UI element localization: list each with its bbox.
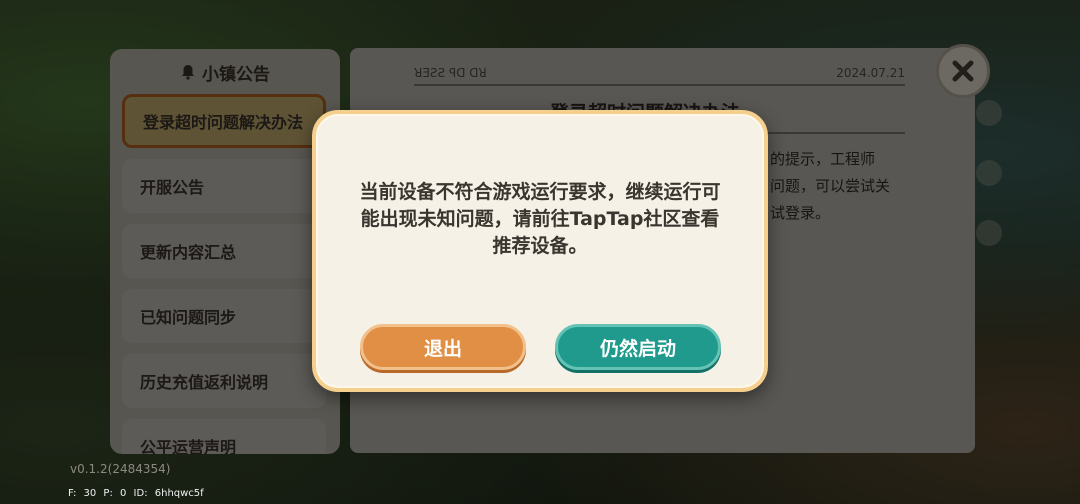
version-label: v0.1.2(2484354) — [70, 462, 171, 476]
launch-anyway-button-label: 仍然启动 — [599, 337, 676, 360]
launch-anyway-button[interactable]: 仍然启动 — [555, 324, 721, 370]
dialog-message: 当前设备不符合游戏运行要求，继续运行可能出现未知问题，请前往TapTap社区查看… — [359, 181, 721, 257]
debug-stats: F: 30 P: 0 ID: 6hhqwc5f — [68, 488, 204, 499]
exit-button-label: 退出 — [423, 337, 462, 360]
exit-button[interactable]: 退出 — [360, 324, 526, 370]
device-warning-dialog: 当前设备不符合游戏运行要求，继续运行可能出现未知问题，请前往TapTap社区查看… — [312, 110, 768, 392]
